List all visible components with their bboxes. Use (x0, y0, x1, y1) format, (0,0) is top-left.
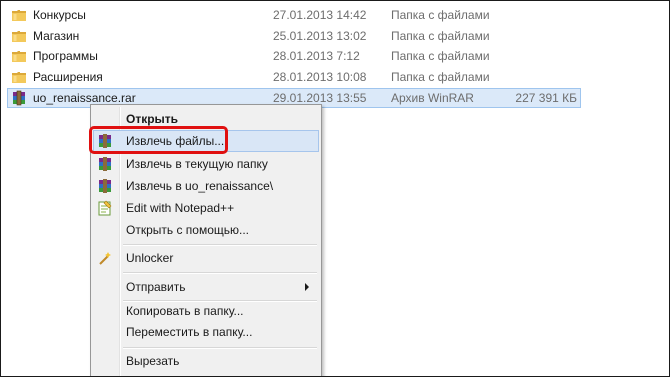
file-date: 25.01.2013 13:02 (273, 29, 367, 43)
folder-icon (11, 7, 27, 23)
file-row-programmy[interactable]: Программы 28.01.2013 7:12 Папка с файлам… (7, 46, 581, 66)
file-size: 227 391 КБ (515, 91, 577, 105)
file-row-magazin[interactable]: Магазин 25.01.2013 13:02 Папка с файлами (7, 26, 581, 46)
winrar-icon (97, 178, 113, 194)
menu-item-label: Открыть (126, 112, 179, 126)
folder-icon (11, 69, 27, 85)
file-type: Папка с файлами (391, 49, 490, 63)
menu-item-label: Unlocker (126, 251, 174, 265)
menu-item-extract-to[interactable]: Извлечь в uo_renaissance\ (93, 175, 319, 197)
menu-item-label: Вырезать (126, 354, 180, 368)
folder-icon (11, 28, 27, 44)
menu-item-move-to[interactable]: Переместить в папку... (93, 321, 319, 343)
file-name: uo_renaissance.rar (33, 91, 136, 105)
file-row-rasshireniya[interactable]: Расширения 28.01.2013 10:08 Папка с файл… (7, 67, 581, 87)
file-name: Конкурсы (33, 8, 86, 22)
menu-item-label: Извлечь в текущую папку (126, 157, 268, 171)
file-date: 29.01.2013 13:55 (273, 91, 367, 105)
menu-item-label: Извлечь в uo_renaissance\ (126, 179, 274, 193)
file-date: 28.01.2013 7:12 (273, 49, 360, 63)
file-name: Расширения (33, 70, 103, 84)
menu-item-label: Отправить (126, 280, 186, 294)
winrar-icon (97, 156, 113, 172)
folder-icon (11, 48, 27, 64)
menu-separator (123, 272, 317, 274)
file-type: Папка с файлами (391, 29, 490, 43)
file-row-konkursy[interactable]: Конкурсы 27.01.2013 14:42 Папка с файлам… (7, 5, 581, 25)
menu-item-label: Переместить в папку... (126, 325, 253, 339)
explorer-window: Конкурсы 27.01.2013 14:42 Папка с файлам… (0, 0, 670, 377)
file-date: 28.01.2013 10:08 (273, 70, 367, 84)
file-type: Архив WinRAR (391, 91, 474, 105)
notepad-plus-plus-icon (97, 200, 113, 216)
menu-separator (123, 347, 317, 349)
menu-item-unlocker[interactable]: Unlocker (93, 247, 319, 269)
unlocker-wand-icon (97, 250, 113, 266)
menu-item-label: Открыть с помощью... (126, 223, 250, 237)
menu-item-label: Копировать в папку... (126, 304, 244, 318)
menu-item-label: Edit with Notepad++ (126, 201, 235, 215)
menu-item-edit-notepad[interactable]: Edit with Notepad++ (93, 197, 319, 219)
file-type: Папка с файлами (391, 70, 490, 84)
menu-item-cut[interactable]: Вырезать (93, 350, 319, 372)
file-date: 27.01.2013 14:42 (273, 8, 367, 22)
menu-item-copy-to[interactable]: Копировать в папку... (93, 300, 319, 322)
submenu-arrow-icon (305, 283, 309, 291)
menu-separator (123, 244, 317, 246)
file-name: Магазин (33, 29, 80, 43)
annotation-highlight-box (89, 126, 228, 154)
menu-item-extract-here[interactable]: Извлечь в текущую папку (93, 153, 319, 175)
file-name: Программы (33, 49, 98, 63)
file-type: Папка с файлами (391, 8, 490, 22)
winrar-archive-icon (11, 90, 27, 106)
menu-item-open-with[interactable]: Открыть с помощью... (93, 219, 319, 241)
menu-item-send-to[interactable]: Отправить (93, 276, 319, 298)
